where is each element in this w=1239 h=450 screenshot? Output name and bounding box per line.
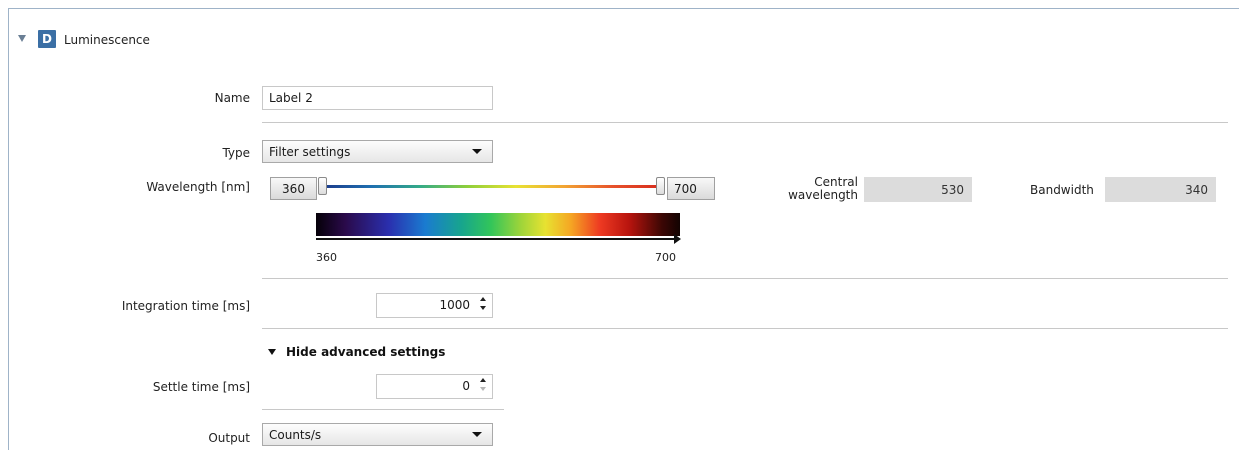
spin-up-icon[interactable] (480, 297, 486, 301)
spin-down-icon[interactable] (480, 306, 486, 310)
wavelength-max-input[interactable]: 700 (667, 177, 715, 200)
settle-time-stepper[interactable]: 0 (376, 374, 493, 399)
spin-up-icon[interactable] (480, 378, 486, 382)
wavelength-range-track[interactable] (323, 185, 661, 188)
separator (262, 122, 1228, 123)
name-input-value: Label 2 (269, 91, 313, 105)
wavelength-max-value: 700 (674, 181, 697, 196)
output-select-value: Counts/s (269, 427, 322, 442)
axis-arrow-icon (674, 234, 681, 244)
wavelength-min-value: 360 (282, 181, 305, 196)
spectrum-start-label: 360 (316, 251, 337, 264)
wavelength-label: Wavelength [nm] (146, 180, 250, 194)
bandwidth-value: 340 (1105, 177, 1216, 202)
spectrum-axis (316, 238, 676, 240)
section-title: Luminescence (64, 33, 150, 47)
wavelength-min-handle[interactable] (318, 177, 327, 195)
name-input[interactable]: Label 2 (262, 86, 493, 110)
separator (262, 278, 1228, 279)
hide-advanced-settings-toggle[interactable]: Hide advanced settings (286, 345, 445, 359)
integration-time-value: 1000 (439, 298, 470, 312)
spin-down-icon[interactable] (480, 387, 486, 391)
chevron-down-icon (472, 149, 482, 154)
separator (262, 409, 504, 410)
output-label: Output (208, 431, 250, 445)
type-select-value: Filter settings (269, 144, 351, 159)
spectrum-bar (316, 213, 680, 236)
name-label: Name (214, 91, 250, 105)
wavelength-min-input[interactable]: 360 (270, 177, 317, 200)
settle-time-label: Settle time [ms] (152, 380, 250, 394)
type-select[interactable]: Filter settings (262, 140, 493, 163)
bandwidth-label: Bandwidth (1030, 183, 1094, 197)
settle-time-value: 0 (462, 379, 470, 393)
spectrum-end-label: 700 (655, 251, 676, 264)
integration-time-label: Integration time [ms] (121, 299, 250, 313)
section-badge: D (38, 30, 56, 48)
separator (262, 328, 1228, 329)
collapse-arrow-icon[interactable] (18, 35, 26, 42)
wavelength-max-handle[interactable] (656, 177, 665, 195)
collapse-arrow-icon[interactable] (268, 349, 276, 355)
output-select[interactable]: Counts/s (262, 423, 493, 446)
integration-time-stepper[interactable]: 1000 (376, 293, 493, 318)
type-label: Type (222, 146, 250, 160)
chevron-down-icon (472, 432, 482, 437)
central-wavelength-label: Central wavelength (770, 176, 858, 202)
central-wavelength-value: 530 (864, 177, 972, 202)
central-wavelength-label-line2: wavelength (788, 188, 858, 202)
